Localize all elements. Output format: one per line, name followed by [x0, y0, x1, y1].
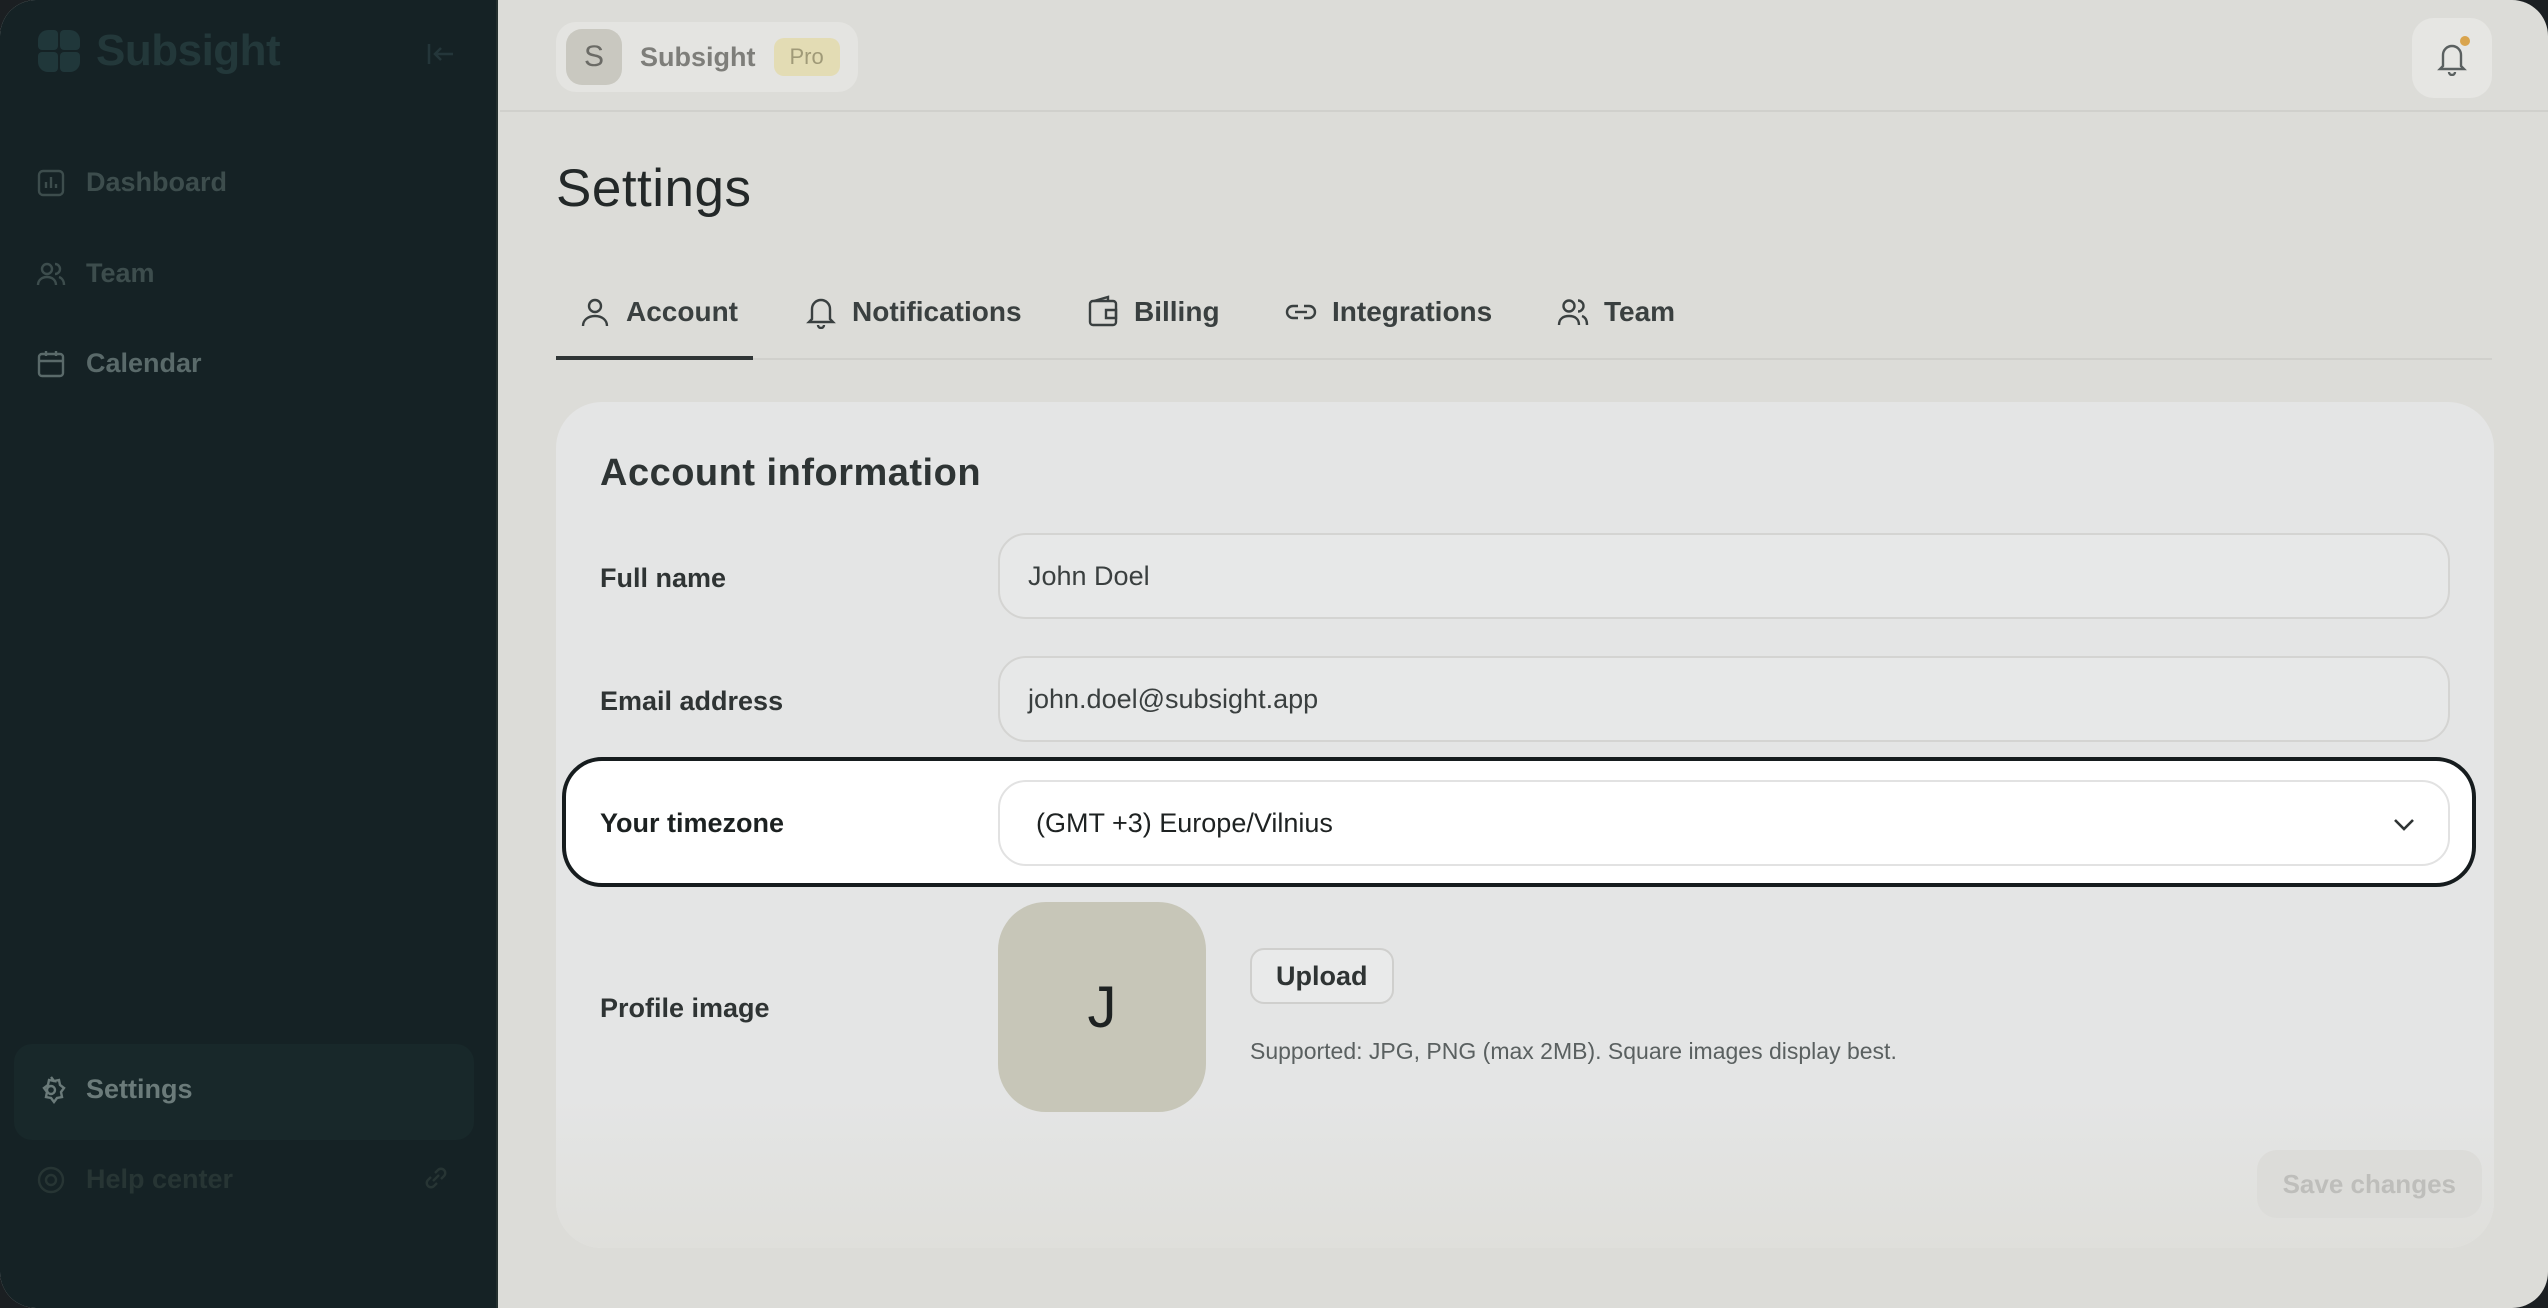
- workspace-name: Subsight: [640, 41, 756, 72]
- timezone-value: (GMT +3) Europe/Vilnius: [1036, 807, 1333, 838]
- nav-item-dashboard[interactable]: Dashboard: [36, 167, 227, 198]
- users-icon: [36, 262, 66, 285]
- wallet-icon: [1088, 295, 1118, 327]
- nav-item-calendar[interactable]: Calendar: [36, 348, 202, 379]
- workspace-switcher[interactable]: S Subsight Pro: [556, 22, 858, 92]
- upload-button[interactable]: Upload: [1250, 948, 1394, 1004]
- logo-mark-icon: [36, 28, 82, 74]
- help-icon: [37, 1166, 65, 1193]
- tab-account[interactable]: Account: [578, 282, 738, 342]
- nav-label: Dashboard: [86, 167, 228, 197]
- card-footer-fade: [556, 1100, 2494, 1248]
- notifications-button[interactable]: [2412, 18, 2492, 98]
- sidebar: Subsight Dashboard Team Calendar Setting…: [0, 0, 498, 1308]
- users-icon: [1557, 299, 1589, 326]
- nav-label: Team: [86, 258, 155, 288]
- nav-label: Calendar: [86, 348, 202, 378]
- link-icon: [1285, 304, 1317, 320]
- full-name-label: Full name: [600, 563, 727, 593]
- chart-icon: [37, 169, 65, 196]
- tab-notifications[interactable]: Notifications: [804, 282, 1022, 342]
- tab-integrations[interactable]: Integrations: [1284, 282, 1492, 342]
- nav-item-settings[interactable]: Settings: [36, 1074, 193, 1105]
- tab-label: Notifications: [852, 296, 1022, 327]
- profile-image-label: Profile image: [600, 993, 770, 1023]
- save-changes-button[interactable]: Save changes: [2256, 1150, 2482, 1218]
- page-title: Settings: [556, 159, 752, 218]
- upload-hint: Supported: JPG, PNG (max 2MB). Square im…: [1250, 1038, 1897, 1064]
- nav-item-help-center[interactable]: Help center: [36, 1164, 233, 1195]
- brand-logo[interactable]: Subsight: [36, 26, 281, 76]
- tab-label: Billing: [1134, 296, 1220, 327]
- nav-label: Help center: [86, 1164, 234, 1194]
- section-title: Account information: [600, 452, 982, 494]
- profile-avatar: J: [998, 902, 1206, 1112]
- email-field[interactable]: john.doel@subsight.app: [998, 656, 2450, 742]
- workspace-avatar: S: [566, 29, 622, 85]
- tab-label: Account: [626, 296, 738, 327]
- tab-team[interactable]: Team: [1556, 282, 1675, 342]
- email-label: Email address: [600, 686, 784, 716]
- bell-icon: [806, 298, 836, 329]
- nav-item-team[interactable]: Team: [36, 258, 155, 289]
- tab-billing[interactable]: Billing: [1086, 282, 1220, 342]
- timezone-select[interactable]: (GMT +3) Europe/Vilnius: [998, 780, 2450, 866]
- top-bar: S Subsight Pro: [500, 0, 2548, 112]
- full-name-field[interactable]: John Doel: [998, 533, 2450, 619]
- settings-tabs: Account Notifications Billing Integratio…: [556, 268, 2492, 360]
- brand-name: Subsight: [96, 26, 281, 75]
- nav-label: Settings: [86, 1074, 193, 1104]
- external-link-icon[interactable]: [420, 1162, 452, 1194]
- active-tab-indicator: [556, 356, 753, 360]
- app-window: Subsight Dashboard Team Calendar Setting…: [0, 0, 2548, 1308]
- collapse-sidebar-icon[interactable]: [426, 42, 456, 66]
- chevron-down-icon: [2394, 819, 2414, 831]
- tab-label: Integrations: [1332, 296, 1493, 327]
- user-icon: [581, 298, 609, 327]
- tab-label: Team: [1604, 296, 1676, 327]
- calendar-icon: [37, 350, 65, 377]
- plan-badge: Pro: [773, 38, 840, 76]
- timezone-label: Your timezone: [600, 808, 785, 838]
- gear-icon: [42, 1075, 66, 1104]
- notification-dot: [2460, 36, 2470, 46]
